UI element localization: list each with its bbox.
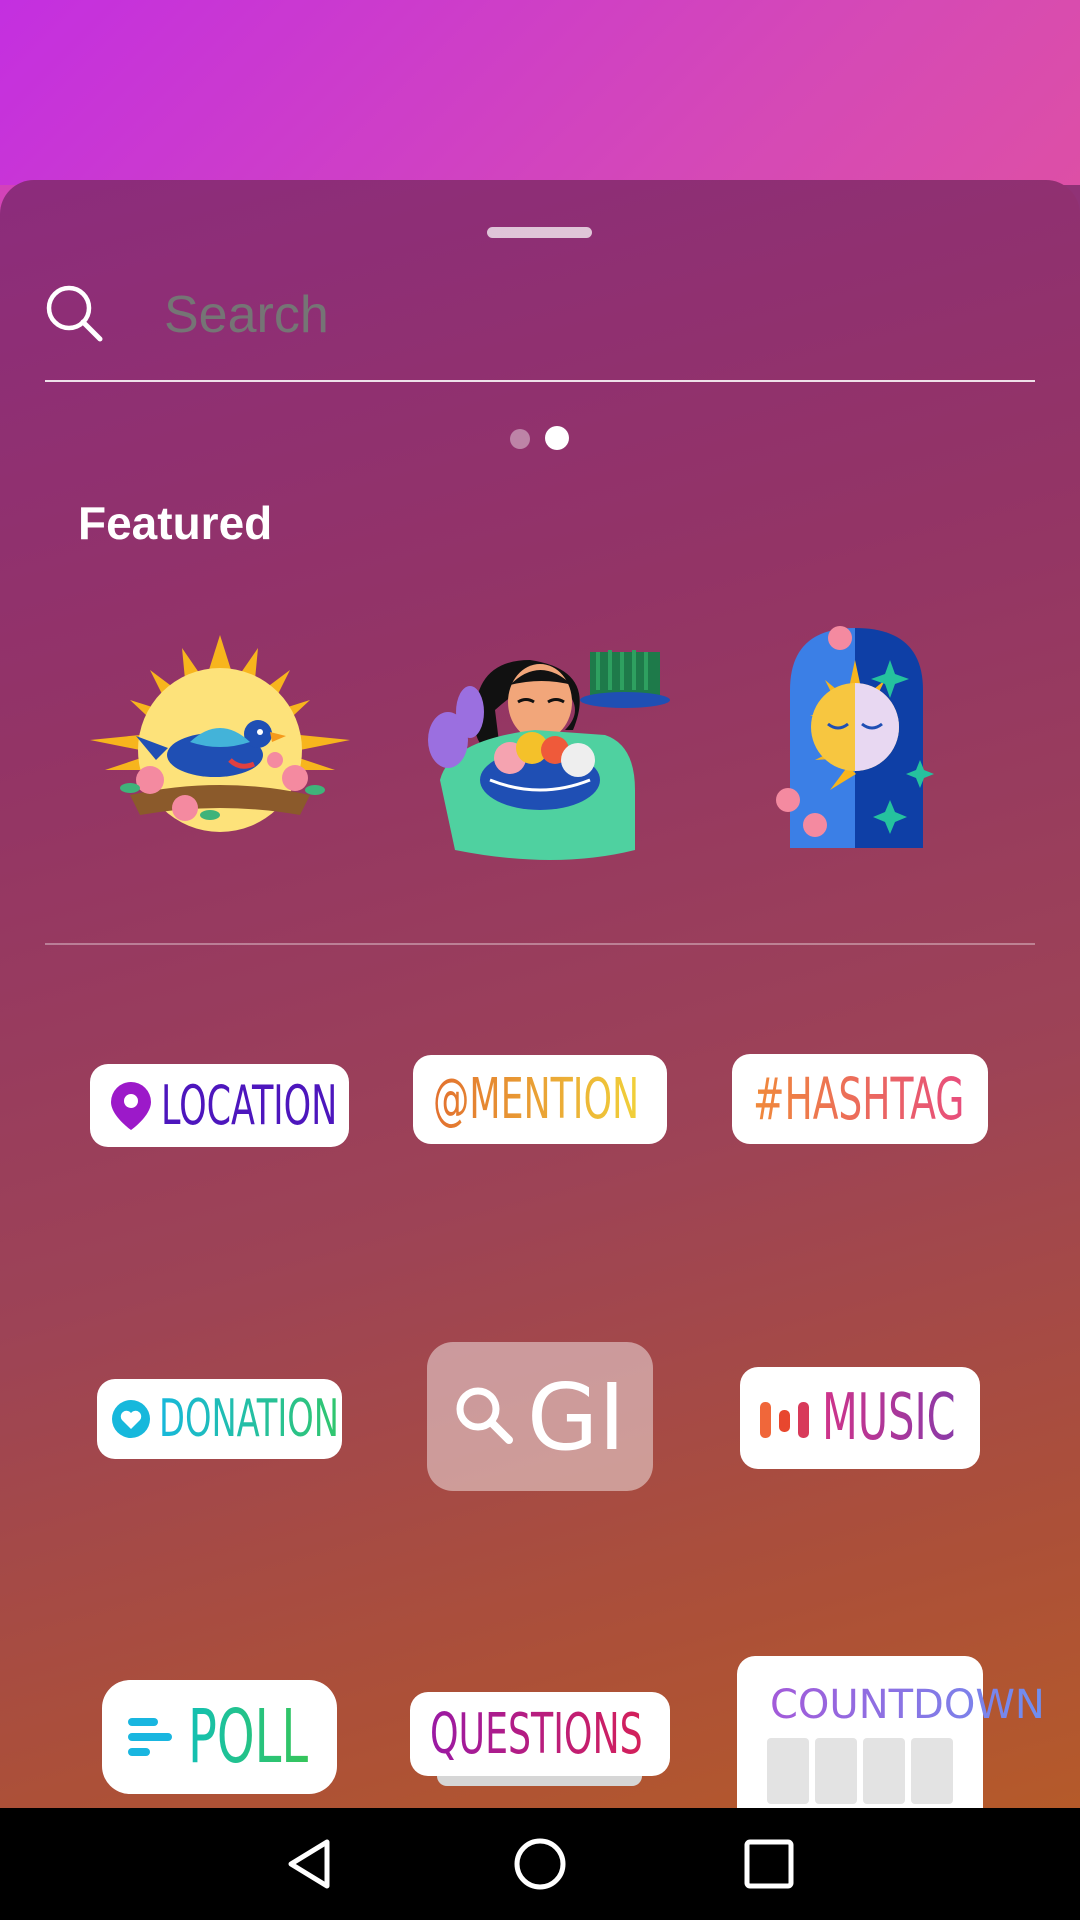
questions-label: QUESTIONS — [430, 1701, 643, 1767]
heart-icon — [111, 1400, 150, 1438]
donation-sticker[interactable]: DONATION — [97, 1379, 342, 1459]
sun-moon-arch-sticker[interactable] — [770, 620, 945, 850]
page-dot-1[interactable] — [510, 429, 530, 449]
sun-bird-sticker[interactable] — [90, 630, 350, 840]
hashtag-label: #HASHTAG — [752, 1065, 964, 1133]
search-bar[interactable] — [45, 270, 1035, 380]
location-label: LOCATION — [161, 1074, 338, 1137]
countdown-label: COUNTDOWN — [770, 1682, 1045, 1728]
section-divider — [45, 943, 1035, 945]
page-indicator — [510, 426, 580, 452]
music-label: MUSIC — [822, 1381, 956, 1455]
countdown-digit-box — [815, 1738, 857, 1804]
countdown-digit-box — [911, 1738, 953, 1804]
poll-sticker[interactable]: POLL — [102, 1680, 337, 1794]
featured-title: Featured — [78, 497, 273, 549]
countdown-digit-box — [863, 1738, 905, 1804]
gif-label: GI — [527, 1364, 626, 1471]
search-input[interactable] — [162, 284, 866, 346]
home-icon[interactable] — [512, 1836, 568, 1892]
countdown-digit-box — [767, 1738, 809, 1804]
page-dot-2[interactable] — [545, 426, 569, 450]
music-sticker[interactable]: MUSIC — [740, 1367, 980, 1469]
recents-icon[interactable] — [743, 1838, 795, 1890]
hashtag-sticker[interactable]: #HASHTAG — [732, 1054, 988, 1144]
background-top — [0, 0, 1080, 185]
back-icon[interactable] — [283, 1836, 339, 1892]
drag-handle[interactable] — [487, 227, 592, 238]
music-bars-icon — [760, 1402, 809, 1438]
poll-label: POLL — [188, 1694, 309, 1780]
woman-nowruz-sticker[interactable] — [410, 640, 670, 865]
mention-label: @MENTION — [432, 1067, 639, 1132]
questions-sticker[interactable]: QUESTIONS — [410, 1692, 670, 1776]
gif-sticker[interactable]: GI — [427, 1342, 653, 1491]
donation-label: DONATION — [158, 1389, 339, 1449]
sticker-tray-sheet — [0, 180, 1080, 1808]
poll-lines-icon — [128, 1718, 172, 1756]
location-sticker[interactable]: LOCATION — [90, 1064, 349, 1147]
search-underline — [45, 380, 1035, 382]
system-nav-bar — [0, 1808, 1080, 1920]
search-icon — [46, 285, 103, 342]
search-icon — [456, 1387, 513, 1444]
mention-sticker[interactable]: @MENTION — [413, 1055, 667, 1144]
location-pin-icon — [111, 1081, 151, 1130]
